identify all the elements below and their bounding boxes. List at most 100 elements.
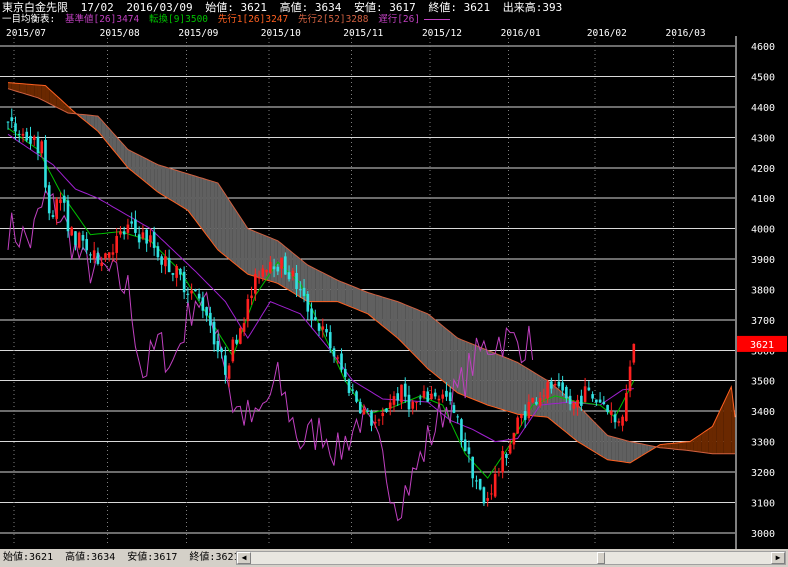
candle-body	[535, 401, 538, 405]
candle-body	[59, 199, 62, 204]
candle-body	[572, 403, 576, 409]
cloud-segment	[446, 329, 451, 387]
scroll-right-arrow-icon[interactable]: ▶	[771, 552, 785, 564]
cloud-segment	[240, 217, 245, 272]
legend-senko2: 先行2[52]3288	[297, 14, 369, 25]
candle-body	[362, 408, 366, 415]
cloud-segment	[187, 173, 192, 216]
cloud-segment	[30, 84, 35, 97]
candle-body	[261, 268, 265, 277]
cloud-segment	[176, 170, 181, 206]
date-label-3: 2015/10	[261, 28, 301, 39]
candle-body	[538, 397, 542, 406]
candle-body	[385, 408, 388, 412]
cloud-segment	[476, 345, 481, 403]
cloud-segment	[169, 168, 173, 202]
scroll-left-arrow-icon[interactable]: ◀	[237, 552, 251, 564]
legend-chikou-line	[424, 19, 451, 20]
cloud-segment	[423, 312, 428, 369]
candle-body	[212, 321, 216, 345]
date-label-4: 2015/11	[343, 28, 383, 39]
price-label-4100: 4100	[751, 194, 775, 205]
cloud-segment	[247, 228, 252, 276]
cloud-segment	[420, 310, 424, 365]
candle-body	[246, 299, 250, 322]
cloud-segment	[217, 182, 222, 253]
cloud-segment	[131, 151, 136, 174]
candle-body	[115, 235, 118, 253]
candle-body	[145, 229, 148, 244]
candle-body	[51, 215, 55, 217]
cloud-segment	[127, 149, 132, 171]
status-high: 高値:3634	[65, 552, 116, 563]
candle-body	[392, 396, 396, 405]
tenkan-line	[7, 127, 635, 479]
cloud-segment	[438, 322, 443, 381]
cloud-segment	[146, 159, 151, 187]
candle-body	[448, 392, 452, 402]
candle-body	[321, 326, 325, 330]
cloud-segment	[600, 427, 604, 458]
cloud-segment	[633, 442, 638, 461]
cloud-segment	[326, 274, 331, 302]
price-label-4400: 4400	[751, 103, 775, 114]
price-label-3000: 3000	[751, 529, 775, 540]
legend-chikou: 遅行[26]	[378, 14, 421, 25]
candle-body	[576, 399, 579, 408]
cloud-segment	[157, 164, 162, 195]
price-label-4000: 4000	[751, 225, 775, 236]
candle-body	[6, 121, 10, 123]
cloud-segment	[626, 440, 631, 463]
cloud-segment	[386, 298, 391, 333]
status-quote: 始値:3621 高値:3634 安値:3617 終値:3621	[3, 549, 246, 567]
candle-body	[527, 401, 531, 419]
candle-body	[119, 231, 122, 235]
cloud-segment	[435, 319, 439, 378]
candle-body	[239, 328, 242, 344]
cloud-segment	[723, 394, 728, 454]
candle-body	[340, 353, 343, 370]
cloud-segment	[184, 172, 188, 211]
candle-body	[347, 379, 351, 393]
candle-body	[433, 392, 437, 397]
price-label-4300: 4300	[751, 133, 775, 144]
cloud-segment	[232, 205, 237, 266]
cloud-segment	[311, 267, 316, 302]
cloud-segment	[618, 438, 623, 462]
candle-body	[25, 131, 29, 141]
cloud-segment	[270, 237, 275, 283]
candle-body	[441, 394, 445, 399]
candle-body	[254, 273, 257, 294]
candle-body	[317, 323, 321, 331]
candle-body	[542, 395, 546, 397]
cloud-segment	[510, 359, 514, 414]
cloud-segment	[705, 428, 709, 454]
cloud-segment	[382, 297, 387, 330]
cloud-segment	[255, 231, 260, 278]
cloud-segment	[416, 309, 421, 361]
price-label-3900: 3900	[751, 255, 775, 266]
candle-body	[478, 478, 482, 490]
candle-body	[40, 141, 44, 154]
cloud-segment	[390, 299, 394, 336]
candle-body	[164, 256, 167, 267]
candle-body	[426, 391, 430, 402]
candle-body	[628, 366, 632, 392]
close-label: 終値: 3621	[428, 1, 491, 14]
price-label-4200: 4200	[751, 164, 775, 175]
grid-lines	[0, 34, 735, 545]
candle-body	[295, 273, 298, 290]
candle-body	[269, 261, 272, 273]
candle-body	[182, 271, 186, 293]
cloud-segment	[517, 362, 522, 415]
cloud-segment	[364, 290, 368, 314]
price-tag-label: 3621	[750, 340, 774, 351]
cloud-segment	[236, 211, 241, 269]
cloud-segment	[37, 85, 42, 100]
horizontal-scrollbar[interactable]: ◀ ▶	[236, 551, 786, 565]
candle-body	[111, 252, 115, 255]
cloud-segment	[41, 85, 46, 102]
scroll-thumb[interactable]	[597, 552, 605, 564]
candle-body	[523, 410, 527, 420]
candle-body	[302, 287, 306, 296]
